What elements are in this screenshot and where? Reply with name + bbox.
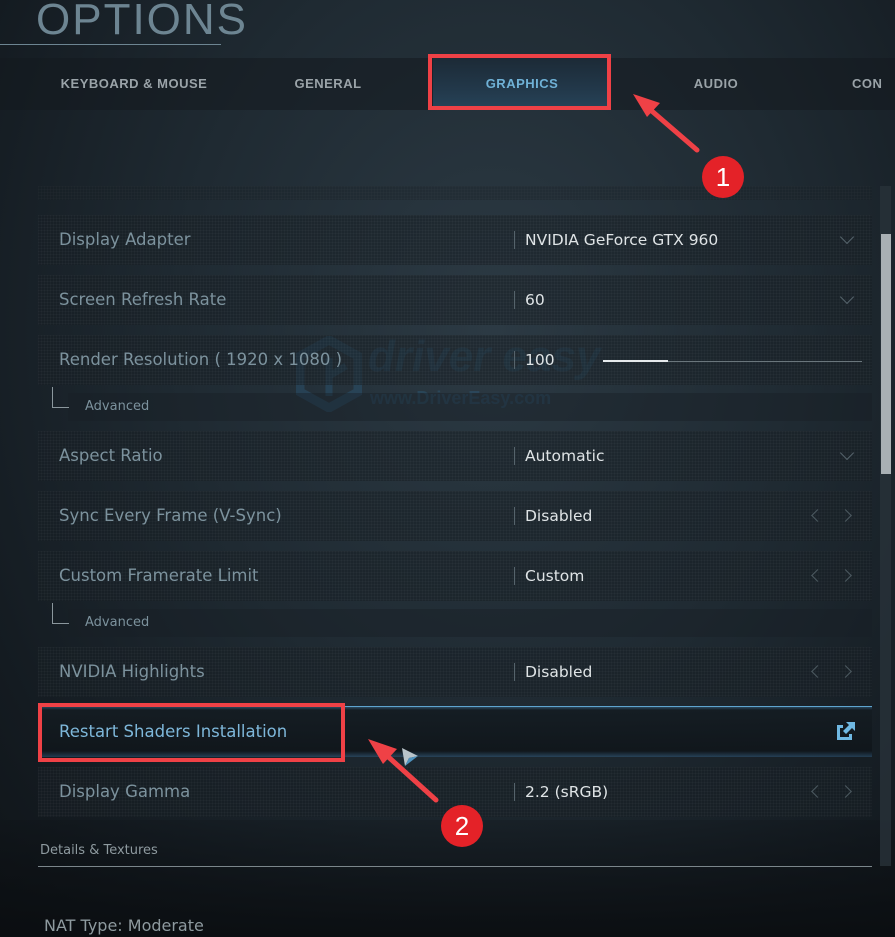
setting-value: 2.2 (sRGB): [525, 783, 609, 801]
setting-label: Display Gamma: [59, 782, 191, 801]
setting-vsync[interactable]: Sync Every Frame (V-Sync) Disabled: [38, 491, 872, 541]
page-title: OPTIONS: [36, 0, 249, 44]
setting-custom-framerate-limit[interactable]: Custom Framerate Limit Custom: [38, 551, 872, 601]
section-title-details-textures: Details & Textures: [40, 843, 158, 858]
section-divider: [38, 866, 872, 867]
setting-screen-refresh-rate[interactable]: Screen Refresh Rate 60: [38, 275, 872, 325]
setting-label: Display Adapter: [59, 230, 191, 249]
chevron-right-icon[interactable]: [839, 665, 852, 678]
tab-keyboard-mouse[interactable]: KEYBOARD & MOUSE: [40, 58, 228, 110]
sub-setting-label: Advanced: [85, 615, 150, 630]
settings-row-partial: [38, 186, 872, 200]
separator: [514, 507, 515, 525]
mouse-cursor-icon: [402, 748, 418, 766]
setting-value: Disabled: [525, 507, 593, 525]
separator: [514, 447, 515, 465]
chevron-left-icon[interactable]: [811, 569, 824, 582]
separator: [514, 783, 515, 801]
chevron-left-icon[interactable]: [811, 509, 824, 522]
separator: [514, 567, 515, 585]
title-underline: [0, 44, 221, 45]
setting-value: Automatic: [525, 447, 605, 465]
external-link-icon[interactable]: [836, 721, 856, 741]
separator: [514, 351, 515, 369]
setting-label: Custom Framerate Limit: [59, 566, 259, 585]
chevron-down-icon[interactable]: [839, 289, 855, 305]
annotation-badge-1: 1: [702, 156, 744, 198]
setting-display-adapter[interactable]: Display Adapter NVIDIA GeForce GTX 960: [38, 215, 872, 265]
setting-value: NVIDIA GeForce GTX 960: [525, 231, 719, 249]
setting-label: Screen Refresh Rate: [59, 290, 227, 309]
slider-fill: [603, 360, 668, 362]
chevron-right-icon[interactable]: [839, 509, 852, 522]
setting-render-resolution-advanced[interactable]: Advanced: [68, 393, 872, 421]
setting-label: NVIDIA Highlights: [59, 662, 205, 681]
chevron-down-icon[interactable]: [839, 445, 855, 461]
setting-framerate-advanced[interactable]: Advanced: [68, 609, 872, 637]
setting-nvidia-highlights[interactable]: NVIDIA Highlights Disabled: [38, 647, 872, 697]
chevron-right-icon[interactable]: [839, 785, 852, 798]
scrollbar-thumb[interactable]: [881, 234, 891, 474]
tree-connector: [52, 603, 69, 624]
annotation-box-graphics-tab: [428, 54, 611, 110]
separator: [514, 663, 515, 681]
setting-render-resolution[interactable]: Render Resolution ( 1920 x 1080 ) 100: [38, 335, 872, 385]
separator: [514, 291, 515, 309]
setting-value: Custom: [525, 567, 585, 585]
setting-label: Sync Every Frame (V-Sync): [59, 506, 282, 525]
tab-audio[interactable]: AUDIO: [636, 58, 796, 110]
annotation-badge-2: 2: [441, 805, 483, 847]
chevron-down-icon[interactable]: [839, 229, 855, 245]
nat-type-status: NAT Type: Moderate: [44, 916, 204, 935]
tab-controller[interactable]: CON: [852, 58, 895, 110]
chevron-left-icon[interactable]: [811, 665, 824, 678]
separator: [514, 231, 515, 249]
annotation-box-restart-shaders: [38, 703, 345, 762]
chevron-left-icon[interactable]: [811, 785, 824, 798]
setting-label: Aspect Ratio: [59, 446, 163, 465]
setting-aspect-ratio[interactable]: Aspect Ratio Automatic: [38, 431, 872, 481]
setting-label: Render Resolution ( 1920 x 1080 ): [59, 350, 343, 369]
setting-value: Disabled: [525, 663, 593, 681]
tab-general[interactable]: GENERAL: [248, 58, 408, 110]
sub-setting-label: Advanced: [85, 399, 150, 414]
tree-connector: [52, 387, 69, 408]
setting-value: 60: [525, 291, 545, 309]
chevron-right-icon[interactable]: [839, 569, 852, 582]
setting-value: 100: [525, 351, 555, 369]
